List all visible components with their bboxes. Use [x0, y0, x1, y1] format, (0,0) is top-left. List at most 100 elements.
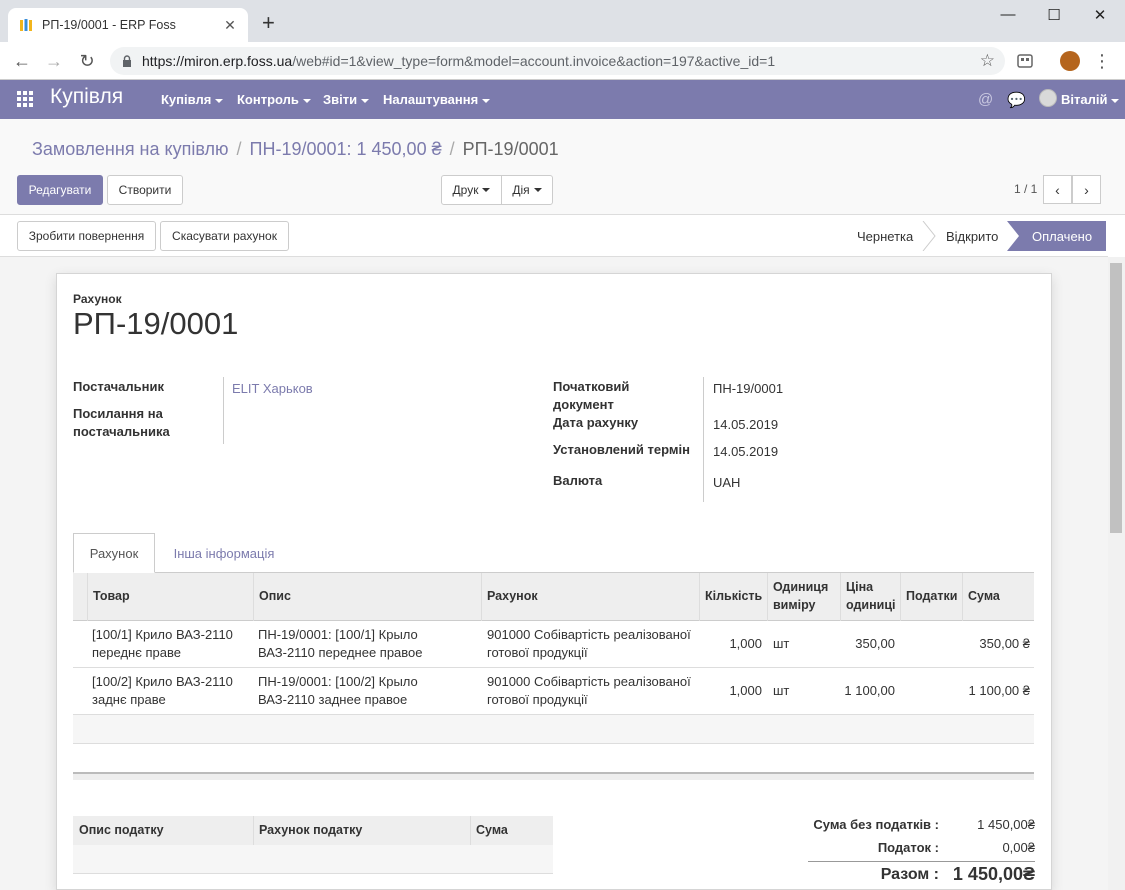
col-tax-amount[interactable]: Сума — [476, 821, 508, 839]
column-separator — [481, 573, 482, 621]
breadcrumb-current: РП-19/0001 — [462, 139, 559, 159]
column-separator — [962, 573, 963, 621]
new-tab-icon[interactable]: + — [262, 12, 275, 34]
edit-button[interactable]: Редагувати — [17, 175, 103, 205]
menu-control[interactable]: Контроль — [237, 92, 311, 107]
close-tab-icon[interactable]: ✕ — [222, 17, 238, 34]
bookmark-star-icon[interactable]: ☆ — [980, 51, 995, 71]
tab-invoice[interactable]: Рахунок — [73, 533, 155, 573]
odoo-favicon-icon — [20, 19, 32, 31]
minimize-icon[interactable]: — — [985, 6, 1031, 23]
vendor-reference-label: Посилання на постачальника — [73, 406, 170, 439]
refund-button[interactable]: Зробити повернення — [17, 221, 156, 251]
maximize-icon[interactable]: ☐ — [1031, 6, 1077, 24]
column-separator — [900, 573, 901, 621]
source-document-value: ПН-19/0001 — [713, 381, 784, 396]
totals-divider — [808, 861, 1035, 862]
col-taxes[interactable]: Податки — [906, 587, 957, 605]
main-navbar: Купівля Купівля Контроль Звіти Налаштува… — [0, 80, 1125, 119]
total-label: Разом : — [880, 866, 939, 883]
column-separator — [253, 816, 254, 845]
tab-other-info[interactable]: Інша інформація — [160, 533, 288, 573]
invoice-date-value: 14.05.2019 — [713, 417, 779, 432]
breadcrumb-purchase-orders[interactable]: Замовлення на купівлю — [32, 139, 229, 159]
status-paid[interactable]: Оплачено — [1007, 221, 1106, 251]
menu-settings[interactable]: Налаштування — [383, 92, 491, 107]
column-separator — [87, 573, 88, 621]
row-description: ПН-19/0001: [100/1] Крыло ВАЗ-2110 перед… — [258, 627, 423, 660]
column-separator — [699, 573, 700, 621]
col-tax-description[interactable]: Опис податку — [79, 821, 164, 839]
currency-label: Валюта — [553, 473, 603, 488]
column-separator — [767, 573, 768, 621]
source-document-label: Початковий документ — [553, 379, 630, 412]
add-line-row[interactable] — [73, 715, 1034, 744]
currency-value: UAH — [713, 475, 741, 490]
browser-toolbar: ← → ↻ https://miron.erp.foss.ua/web#id=1… — [0, 42, 1125, 80]
row-unit-price: 1 100,00 — [844, 683, 895, 698]
lock-icon — [123, 55, 131, 67]
user-menu[interactable]: Віталій — [1061, 92, 1120, 107]
browser-tabbar: РП-19/0001 - ERP Foss ✕ + — ☐ ✕ — [0, 0, 1125, 42]
breadcrumb: Замовлення на купівлю / ПН-19/0001: 1 450,… — [32, 139, 559, 159]
profile-avatar-icon[interactable] — [1060, 51, 1080, 71]
pager-prev-icon[interactable]: ‹ — [1043, 175, 1072, 204]
apps-grid-icon[interactable] — [17, 91, 33, 107]
row-uom: шт — [773, 683, 790, 698]
status-draft[interactable]: Чернетка — [857, 221, 913, 251]
column-separator — [470, 816, 471, 845]
col-product[interactable]: Товар — [93, 587, 130, 605]
field-divider — [223, 377, 224, 444]
extension-icon[interactable] — [1015, 51, 1035, 71]
vendor-link[interactable]: ELIT Харьков — [232, 381, 313, 396]
col-quantity[interactable]: Кількість — [705, 587, 762, 605]
address-bar[interactable]: https://miron.erp.foss.ua/web#id=1&view_… — [110, 47, 1005, 75]
create-button[interactable]: Створити — [107, 175, 183, 205]
total-value: 1 450,00₴ — [952, 864, 1035, 884]
col-tax-account[interactable]: Рахунок податку — [259, 821, 362, 839]
row-unit-price: 350,00 — [855, 636, 895, 651]
due-date-value: 14.05.2019 — [713, 444, 779, 459]
row-product: [100/2] Крило ВАЗ-2110 заднє праве — [92, 674, 233, 707]
col-unit-price[interactable]: Ціна одиниці — [846, 578, 898, 614]
control-panel: Замовлення на купівлю / ПН-19/0001: 1 450,… — [0, 119, 1125, 215]
url-text: https://miron.erp.foss.ua/web#id=1&view_… — [142, 53, 776, 69]
invoice-date-label: Дата рахунку — [553, 415, 639, 430]
reload-icon[interactable]: ↻ — [76, 50, 98, 72]
forward-icon[interactable]: → — [43, 50, 65, 72]
print-dropdown[interactable]: Друк — [441, 175, 502, 205]
tab-title: РП-19/0001 - ERP Foss — [42, 18, 176, 32]
table-footer — [73, 772, 1034, 780]
col-amount[interactable]: Сума — [968, 587, 1000, 605]
row-quantity: 1,000 — [729, 683, 762, 698]
due-date-label: Установлений термін — [553, 442, 690, 457]
cancel-invoice-button[interactable]: Скасувати рахунок — [160, 221, 289, 251]
scrollbar-thumb[interactable] — [1110, 263, 1122, 533]
row-product: [100/1] Крило ВАЗ-2110 переднє праве — [92, 627, 233, 660]
user-avatar[interactable] — [1039, 89, 1057, 107]
mention-icon[interactable]: @ — [978, 91, 993, 108]
back-icon[interactable]: ← — [11, 50, 33, 72]
col-account[interactable]: Рахунок — [487, 587, 538, 605]
action-dropdown[interactable]: Дія — [501, 175, 553, 205]
menu-reports[interactable]: Звіти — [323, 92, 370, 107]
chat-icon[interactable]: 💬 — [1007, 91, 1026, 109]
row-description: ПН-19/0001: [100/2] Крыло ВАЗ-2110 задне… — [258, 674, 418, 707]
invoice-number: РП-19/0001 — [73, 306, 239, 341]
browser-tab[interactable]: РП-19/0001 - ERP Foss ✕ — [8, 8, 248, 42]
browser-menu-icon[interactable]: ⋮ — [1091, 50, 1113, 72]
status-open[interactable]: Відкрито — [946, 221, 998, 251]
column-separator — [840, 573, 841, 621]
breadcrumb-po[interactable]: ПН-19/0001: 1 450,00 ₴ — [250, 139, 442, 159]
col-description[interactable]: Опис — [259, 587, 291, 605]
field-divider — [703, 377, 704, 502]
window-close-icon[interactable]: ✕ — [1077, 6, 1123, 24]
menu-purchase[interactable]: Купівля — [161, 92, 224, 107]
row-amount: 1 100,00 ₴ — [968, 683, 1030, 698]
pager-next-icon[interactable]: › — [1072, 175, 1101, 204]
vendor-label: Постачальник — [73, 379, 164, 394]
row-uom: шт — [773, 636, 790, 651]
row-quantity: 1,000 — [729, 636, 762, 651]
col-uom[interactable]: Одиниця виміру — [773, 578, 835, 614]
row-account: 901000 Собівартість реалізованої готової… — [487, 674, 691, 707]
